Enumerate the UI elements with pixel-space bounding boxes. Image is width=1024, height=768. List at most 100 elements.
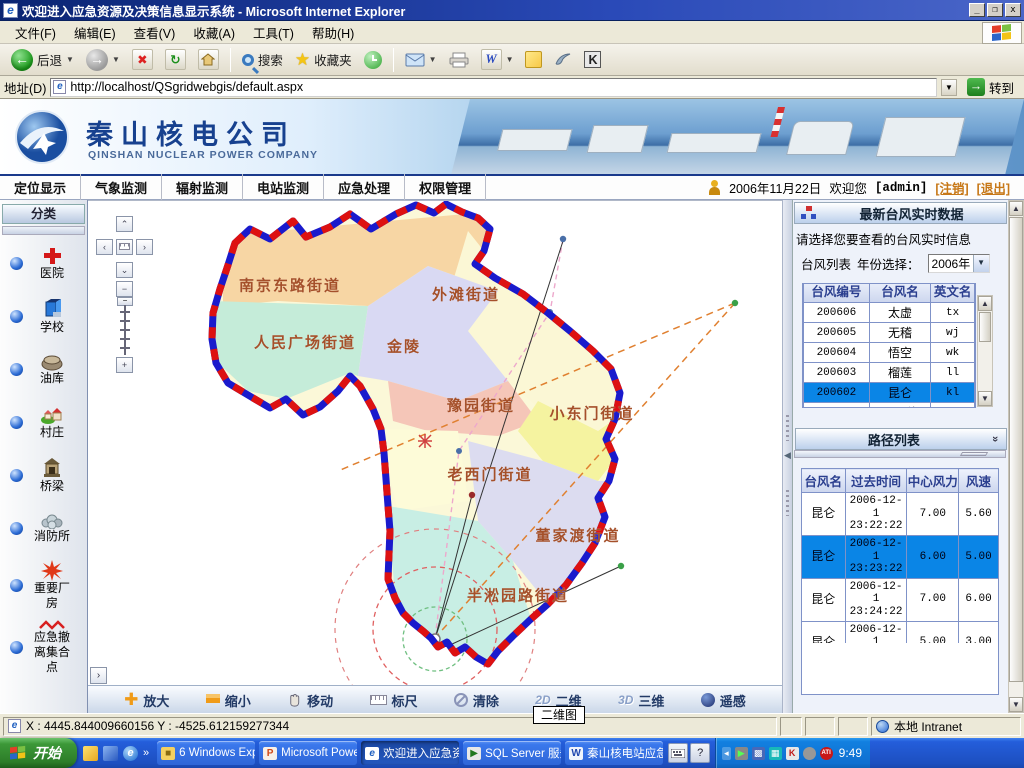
notes-button[interactable] [520, 49, 547, 70]
taskbar-button-sqlserver[interactable]: ▶ SQL Server 服务... [463, 741, 561, 765]
tab-emergency[interactable]: 应急处理 [324, 174, 405, 201]
mail-button[interactable]: ▼ [400, 51, 442, 69]
map-pan-button[interactable]: 移动 [287, 691, 333, 710]
favorites-button[interactable]: ★ 收藏夹 [290, 48, 357, 72]
menu-view[interactable]: 查看(V) [125, 20, 185, 45]
chevron-down-icon[interactable]: ▼ [973, 255, 989, 272]
map-zoom-in-button[interactable]: ✚放大 [124, 690, 169, 710]
sidebar-item-hospital[interactable]: 医院 [0, 241, 87, 285]
gis-map[interactable] [88, 201, 782, 685]
forward-dropdown-icon[interactable]: ▼ [112, 55, 120, 64]
quicklaunch-icon-2[interactable] [103, 746, 118, 761]
menu-file[interactable]: 文件(F) [6, 20, 65, 45]
edit-dropdown-icon[interactable]: ▼ [506, 55, 514, 64]
sidebar-item-bridge[interactable]: 桥梁 [0, 453, 87, 497]
typhoon-row[interactable]: 200604悟空wk [804, 343, 975, 363]
path-row[interactable]: 昆仑2006-12-1 23:23:226.005.00 [802, 535, 999, 578]
taskbar-button-powerpoint[interactable]: P Microsoft PowerP... [259, 741, 357, 765]
close-button[interactable]: x [1005, 3, 1021, 17]
path-row[interactable]: 昆仑2006-12-1 23:22:227.005.60 [802, 493, 999, 536]
edit-word-button[interactable]: W ▼ [476, 47, 519, 72]
taskbar-button-explorer[interactable]: ■ 6 Windows Expl...▼ [157, 741, 255, 765]
home-button[interactable] [193, 47, 224, 72]
tab-station[interactable]: 电站监测 [243, 174, 324, 201]
scrollbar-thumb[interactable] [979, 312, 991, 342]
restore-button[interactable]: ❐ [987, 3, 1003, 17]
path-row[interactable]: 昆仑2006-12-1 23:24:227.006.00 [802, 578, 999, 621]
quicklaunch-overflow-icon[interactable]: » [143, 747, 149, 759]
tab-locate[interactable]: 定位显示 [0, 174, 81, 201]
map-ruler-button[interactable]: 标尺 [370, 691, 418, 710]
typhoon-row[interactable]: 200605无稽wj [804, 323, 975, 343]
quicklaunch-icon-1[interactable] [83, 746, 98, 761]
zoom-in-button[interactable]: + [116, 357, 133, 373]
keyboard-input-button[interactable] [668, 743, 688, 763]
sidebar-item-assembly-point[interactable]: 应急撤离集合点 [0, 620, 87, 675]
scroll-up-icon[interactable]: ▲ [978, 296, 992, 311]
back-dropdown-icon[interactable]: ▼ [66, 55, 74, 64]
collapse-left-icon[interactable]: ◀ [784, 450, 791, 461]
tab-permission[interactable]: 权限管理 [405, 174, 486, 201]
panel-splitter[interactable]: ◀ [782, 200, 792, 713]
scroll-down-icon[interactable]: ▼ [1009, 697, 1023, 712]
sidebar-item-village[interactable]: 村庄 [0, 400, 87, 444]
menu-edit[interactable]: 编辑(E) [65, 20, 125, 45]
logout-link[interactable]: [注销] [935, 178, 968, 197]
sidebar-item-school[interactable]: 学校 [0, 294, 87, 338]
taskbar-button-ie-active[interactable]: e 欢迎进入应急资... [361, 741, 459, 765]
typhoon-row[interactable]: 200603榴莲ll [804, 363, 975, 383]
panel-splitter-horizontal[interactable] [794, 450, 1006, 458]
help-button[interactable]: ? [690, 743, 710, 763]
tray-grid-icon[interactable]: ▦ [769, 747, 782, 760]
tab-radiation[interactable]: 辐射监测 [162, 174, 243, 201]
stop-button[interactable]: ✖ [127, 47, 158, 72]
refresh-button[interactable]: ↻ [160, 47, 191, 72]
taskbar-button-word[interactable]: W 秦山核电站应急... [565, 741, 663, 765]
tray-volume-icon[interactable] [803, 747, 816, 760]
menu-tools[interactable]: 工具(T) [244, 20, 303, 45]
forward-button[interactable]: → ▼ [81, 47, 125, 73]
typhoon-row[interactable]: 200606太虚tx [804, 303, 975, 323]
scroll-down-icon[interactable]: ▼ [978, 391, 992, 406]
hide-icons-chevron[interactable]: ◂ [722, 747, 731, 760]
mail-dropdown-icon[interactable]: ▼ [429, 55, 437, 64]
pan-left-button[interactable]: ‹ [96, 239, 113, 255]
typhoon-row[interactable]: 200602昆仑kl [804, 383, 975, 403]
minimize-button[interactable]: _ [969, 3, 985, 17]
exit-link[interactable]: [退出] [977, 178, 1010, 197]
pan-up-button[interactable]: ⌃ [116, 216, 133, 232]
map-3d-button[interactable]: 3D三维 [618, 691, 664, 710]
search-button[interactable]: 搜索 [237, 48, 288, 71]
page-scrollbar[interactable]: ▲ ▼ [1008, 200, 1024, 713]
flashget-button[interactable]: K [579, 49, 606, 70]
pan-center-button[interactable] [116, 239, 133, 255]
map-viewport[interactable]: 南京东路街道 外滩街道 人民广场街道 金陵 豫园街道 小东门街道 老西门街道 董… [88, 200, 782, 713]
zoom-out-button[interactable]: − [116, 281, 133, 297]
tab-weather[interactable]: 气象监测 [81, 174, 162, 201]
tray-network-icon[interactable]: ▩ [752, 747, 765, 760]
typhoon-row[interactable]: 200601西马伦xml [804, 403, 975, 409]
pan-right-button[interactable]: › [136, 239, 153, 255]
map-remote-sensing-button[interactable]: 遥感 [701, 691, 746, 710]
start-button[interactable]: 开始 [0, 738, 77, 768]
scrollbar-thumb[interactable] [1009, 217, 1023, 682]
tray-sqlserver-icon[interactable]: ▶ [735, 747, 748, 760]
sidebar-item-fire-station[interactable]: 消防所 [0, 506, 87, 550]
quicklaunch-ie-icon[interactable]: e [123, 746, 138, 761]
sidebar-item-key-buildings[interactable]: 重要厂房 [0, 559, 87, 611]
sidebar-collapse-button[interactable]: › [90, 667, 107, 684]
print-button[interactable] [444, 50, 474, 70]
tray-kaspersky-icon[interactable]: K [786, 747, 799, 760]
category-header[interactable]: 分类 [2, 204, 85, 224]
map-clear-button[interactable]: 清除 [454, 691, 499, 710]
path-list-header[interactable]: 路径列表 » [795, 428, 1007, 450]
year-select[interactable]: 2006年 ▼ [928, 254, 990, 273]
scroll-up-icon[interactable]: ▲ [1009, 201, 1023, 216]
menu-help[interactable]: 帮助(H) [303, 20, 363, 45]
go-button[interactable]: → 转到 [961, 77, 1020, 98]
sidebar-item-oil-depot[interactable]: 油库 [0, 347, 87, 391]
thunder-button[interactable] [549, 50, 577, 69]
history-button[interactable] [359, 49, 387, 71]
address-dropdown-icon[interactable]: ▼ [941, 79, 957, 96]
typhoon-table-scrollbar[interactable]: ▲ ▼ [977, 295, 993, 407]
